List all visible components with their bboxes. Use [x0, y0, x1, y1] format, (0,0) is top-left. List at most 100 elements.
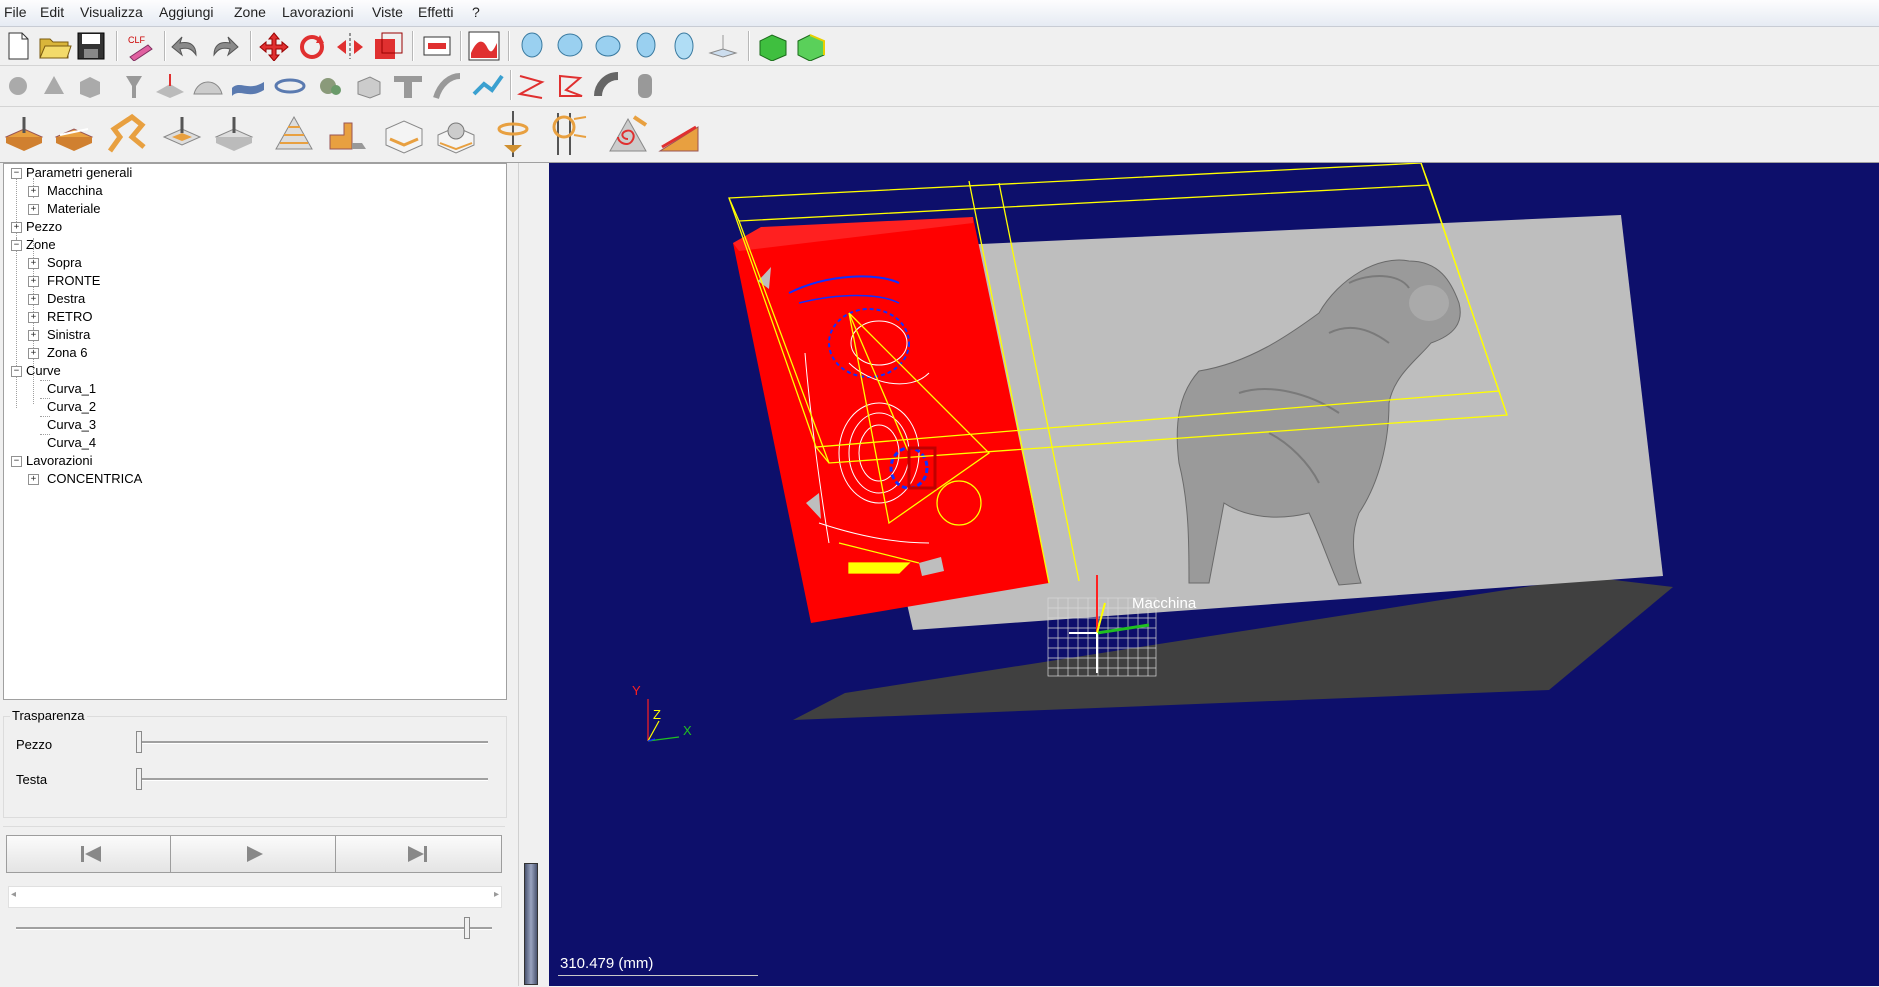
plane-tool-icon[interactable]: [154, 72, 186, 100]
box-pocket-icon[interactable]: [382, 115, 426, 155]
scale-icon[interactable]: [372, 31, 404, 61]
expand-icon[interactable]: +: [28, 330, 39, 341]
block-icon[interactable]: [354, 72, 384, 100]
head-front-icon[interactable]: [516, 31, 548, 61]
head-back-icon[interactable]: [630, 31, 662, 61]
tree-item-macchina[interactable]: Macchina: [47, 183, 103, 198]
collapse-icon[interactable]: −: [11, 240, 22, 251]
curve-z-icon[interactable]: [516, 72, 548, 100]
rotate-icon[interactable]: [296, 31, 328, 61]
twist-icon[interactable]: [470, 72, 506, 100]
menu-help[interactable]: ?: [472, 4, 480, 20]
menu-visualizza[interactable]: Visualizza: [80, 4, 143, 20]
menu-viste[interactable]: Viste: [372, 4, 403, 20]
expand-icon[interactable]: +: [28, 258, 39, 269]
scroll-right-icon[interactable]: ▸: [494, 889, 499, 900]
sphere-icon[interactable]: [4, 74, 32, 98]
tree-item-materiale[interactable]: Materiale: [47, 201, 100, 216]
speed-slider[interactable]: [464, 917, 470, 939]
cone-mill-icon[interactable]: [270, 111, 318, 157]
tree-item-zone[interactable]: Zone: [26, 237, 56, 252]
pocket-icon[interactable]: [160, 115, 204, 155]
roughing-icon[interactable]: [2, 115, 46, 155]
finishing-icon[interactable]: [52, 115, 96, 155]
tree-item-curva2[interactable]: Curva_2: [47, 399, 96, 414]
menu-zone[interactable]: Zone: [234, 4, 266, 20]
menu-aggiungi[interactable]: Aggiungi: [159, 4, 214, 20]
head-side-icon[interactable]: [554, 31, 586, 61]
tree-item-destra[interactable]: Destra: [47, 291, 85, 306]
3d-viewport[interactable]: Macchina Y Z X: [549, 163, 1879, 986]
box-yellow-icon[interactable]: [794, 31, 828, 61]
move-icon[interactable]: [258, 31, 290, 61]
tree-item-curva4[interactable]: Curva_4: [47, 435, 96, 450]
tree-item-lavorazioni[interactable]: Lavorazioni: [26, 453, 93, 468]
cylinder-icon[interactable]: [630, 72, 662, 100]
tool-icon[interactable]: [120, 72, 148, 100]
curve-star-icon[interactable]: [554, 72, 586, 100]
menu-edit[interactable]: Edit: [40, 4, 64, 20]
expand-icon[interactable]: +: [28, 186, 39, 197]
expand-icon[interactable]: +: [28, 312, 39, 323]
menu-lavorazioni[interactable]: Lavorazioni: [282, 4, 354, 20]
lathe-icon[interactable]: [494, 109, 532, 159]
helix-icon[interactable]: [548, 109, 592, 159]
wave-surface-icon[interactable]: [230, 72, 266, 100]
new-file-icon[interactable]: [4, 31, 32, 61]
undo-icon[interactable]: [170, 31, 204, 61]
tree-item-fronte[interactable]: FRONTE: [47, 273, 100, 288]
head-bottom-icon[interactable]: [668, 31, 700, 61]
box-green-icon[interactable]: [756, 31, 790, 61]
cone-icon[interactable]: [40, 74, 68, 98]
tree-item-curve[interactable]: Curve: [26, 363, 61, 378]
surface-icon[interactable]: [466, 29, 502, 63]
dome-icon[interactable]: [192, 72, 224, 100]
ring-icon[interactable]: [272, 72, 308, 100]
t-profile-icon[interactable]: [392, 72, 424, 100]
expand-icon[interactable]: +: [28, 276, 39, 287]
step-icon[interactable]: [326, 115, 370, 155]
tree-item-curva3[interactable]: Curva_3: [47, 417, 96, 432]
extrude-icon[interactable]: [592, 72, 624, 100]
skip-forward-button[interactable]: [335, 835, 502, 873]
axis-icon[interactable]: [706, 31, 740, 61]
collapse-icon[interactable]: −: [11, 168, 22, 179]
tree-item-concentrica[interactable]: CONCENTRICA: [47, 471, 142, 486]
scroll-left-icon[interactable]: ◂: [11, 889, 16, 900]
collapse-icon[interactable]: −: [11, 456, 22, 467]
depth-gauge[interactable]: [524, 863, 538, 985]
redo-icon[interactable]: [208, 31, 242, 61]
expand-icon[interactable]: +: [28, 204, 39, 215]
cube-icon[interactable]: [76, 74, 104, 98]
expand-icon[interactable]: +: [11, 222, 22, 233]
progress-scrollbar[interactable]: ◂ ▸: [8, 886, 502, 908]
open-folder-icon[interactable]: [38, 31, 72, 61]
expand-icon[interactable]: +: [28, 348, 39, 359]
plane-mill-icon[interactable]: [212, 115, 256, 155]
tree-item-parametri-generali[interactable]: Parametri generali: [26, 165, 132, 180]
profile-cut-icon[interactable]: [656, 113, 702, 159]
collapse-icon[interactable]: −: [11, 366, 22, 377]
play-button[interactable]: [170, 835, 336, 873]
blob-icon[interactable]: [314, 72, 346, 100]
head-top-icon[interactable]: [592, 31, 624, 61]
pane-splitter[interactable]: [518, 163, 550, 986]
expand-icon[interactable]: +: [28, 474, 39, 485]
zone-icon[interactable]: [420, 31, 454, 61]
sweep-icon[interactable]: [432, 72, 464, 100]
menu-file[interactable]: File: [4, 4, 27, 20]
spiral-icon[interactable]: [604, 113, 652, 159]
cnc-icon[interactable]: CLF: [124, 31, 156, 61]
tree-item-zona6[interactable]: Zona 6: [47, 345, 87, 360]
tree-item-sinistra[interactable]: Sinistra: [47, 327, 90, 342]
skip-back-button[interactable]: [6, 835, 171, 873]
menu-effetti[interactable]: Effetti: [418, 4, 454, 20]
tree-item-retro[interactable]: RETRO: [47, 309, 93, 324]
tree-item-pezzo[interactable]: Pezzo: [26, 219, 62, 234]
zigzag-icon[interactable]: [104, 111, 152, 157]
save-icon[interactable]: [76, 31, 108, 61]
dome-mill-icon[interactable]: [434, 115, 478, 155]
expand-icon[interactable]: +: [28, 294, 39, 305]
mirror-icon[interactable]: [334, 31, 366, 61]
testa-slider[interactable]: [136, 768, 142, 790]
